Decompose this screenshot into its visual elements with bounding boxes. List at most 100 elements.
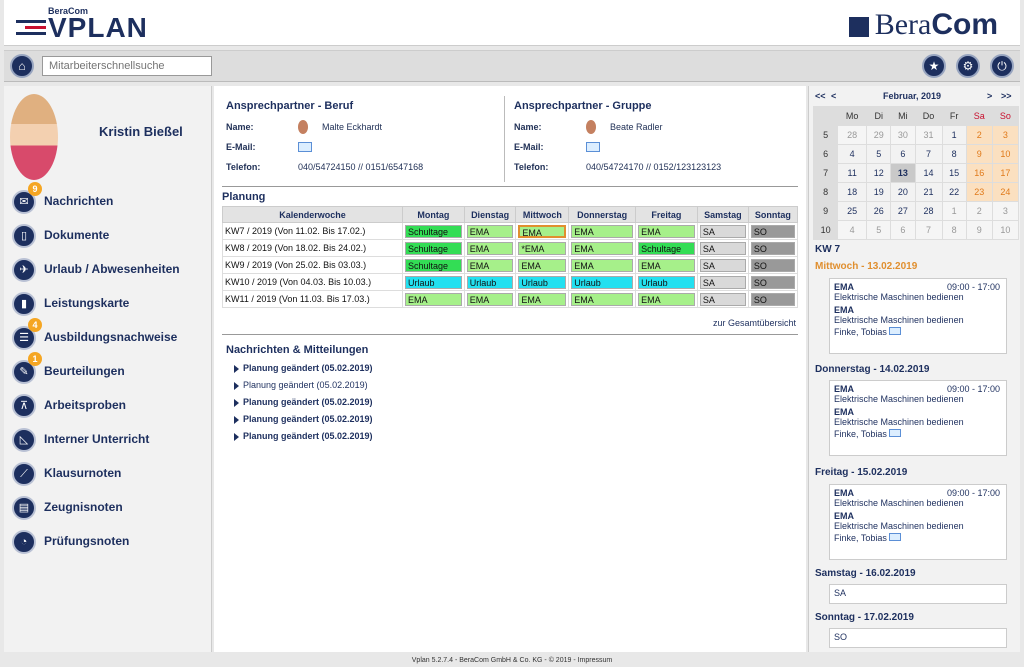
overview-link[interactable]: zur Gesamtübersicht xyxy=(713,318,796,328)
calendar-day[interactable]: 1 xyxy=(941,125,967,145)
calendar-day[interactable]: 14 xyxy=(914,163,943,183)
employee-search-input[interactable] xyxy=(42,56,212,76)
email-icon[interactable] xyxy=(889,327,902,335)
nav-item-leistungskarte[interactable]: ▮ Leistungskarte xyxy=(12,292,212,318)
calendar-day[interactable]: 4 xyxy=(837,144,868,164)
calendar-day[interactable]: 3 xyxy=(991,125,1020,145)
calendar-day[interactable]: 28 xyxy=(914,201,943,221)
nav-item-pruefungsnoten[interactable]: ◔ Prüfungsnoten xyxy=(12,530,212,556)
plan-entry[interactable]: EMA xyxy=(638,258,695,272)
calendar-day[interactable]: 19 xyxy=(866,182,892,202)
calendar-day[interactable]: 11 xyxy=(837,163,868,183)
plan-entry[interactable]: EMA xyxy=(405,292,462,306)
plan-entry[interactable]: EMA xyxy=(571,292,634,306)
plan-entry[interactable]: SO xyxy=(750,292,795,306)
plan-entry[interactable]: Schultage xyxy=(405,224,462,238)
calendar-day[interactable]: 15 xyxy=(941,163,967,183)
contact-name[interactable]: Beate Radler xyxy=(610,122,663,132)
calendar-day[interactable]: 4 xyxy=(837,220,868,240)
week-number[interactable]: 9 xyxy=(812,201,839,221)
plan-entry[interactable]: SA xyxy=(699,258,746,272)
week-number[interactable]: 5 xyxy=(812,125,839,145)
calendar-day[interactable]: 7 xyxy=(914,220,943,240)
calendar-day[interactable]: 18 xyxy=(837,182,868,202)
calendar-day[interactable]: 2 xyxy=(965,125,993,145)
plan-entry[interactable]: SO xyxy=(750,241,795,255)
calendar-day[interactable]: 10 xyxy=(991,144,1020,164)
calendar-day[interactable]: 20 xyxy=(890,182,916,202)
plan-entry[interactable]: EMA xyxy=(638,292,695,306)
nav-item-nachrichten[interactable]: ✉ 9 Nachrichten xyxy=(12,182,212,216)
plan-entry[interactable]: Schultage xyxy=(405,241,462,255)
calendar-day[interactable]: 29 xyxy=(866,125,892,145)
plan-entry[interactable]: SO xyxy=(750,258,795,272)
calendar-day[interactable]: 13 xyxy=(890,163,916,183)
prev-year-button[interactable]: << xyxy=(815,91,826,101)
email-icon[interactable] xyxy=(298,142,312,152)
plan-entry[interactable]: SO xyxy=(750,275,795,289)
nav-item-arbeitsproben[interactable]: ⊼ Arbeitsproben xyxy=(12,394,212,420)
plan-entry[interactable]: EMA xyxy=(571,241,634,255)
calendar-day[interactable]: 10 xyxy=(991,220,1020,240)
plan-entry[interactable]: Urlaub xyxy=(466,275,514,289)
nav-item-klausurnoten[interactable]: ⟋ Klausurnoten xyxy=(12,462,212,488)
week-number[interactable]: 8 xyxy=(812,182,839,202)
next-year-button[interactable]: >> xyxy=(1001,91,1012,101)
calendar-day[interactable]: 3 xyxy=(991,201,1020,221)
nav-item-urlaub[interactable]: ✈ Urlaub / Abwesenheiten xyxy=(12,258,212,284)
calendar-day[interactable]: 9 xyxy=(965,144,993,164)
calendar-day[interactable]: 12 xyxy=(866,163,892,183)
plan-entry[interactable]: Urlaub xyxy=(518,275,567,289)
nav-item-dokumente[interactable]: ▯ Dokumente xyxy=(12,224,212,250)
nav-item-beurteilungen[interactable]: ✎ 1 Beurteilungen xyxy=(12,352,212,386)
message-item[interactable]: Planung geändert (05.02.2019) xyxy=(234,431,373,441)
week-number[interactable]: 6 xyxy=(812,144,839,164)
calendar-day[interactable]: 8 xyxy=(941,220,967,240)
calendar-day[interactable]: 6 xyxy=(890,220,916,240)
contact-name[interactable]: Malte Eckhardt xyxy=(322,122,382,132)
calendar-day[interactable]: 21 xyxy=(914,182,943,202)
plan-entry[interactable]: Schultage xyxy=(405,258,462,272)
calendar-day[interactable]: 27 xyxy=(890,201,916,221)
day-entry[interactable]: EMA 09:00 - 17:00 Elektrische Maschinen b… xyxy=(829,484,1007,560)
message-item[interactable]: Planung geändert (05.02.2019) xyxy=(234,414,373,424)
message-item[interactable]: Planung geändert (05.02.2019) xyxy=(234,397,373,407)
plan-entry[interactable]: SA xyxy=(699,275,746,289)
email-icon[interactable] xyxy=(889,429,902,437)
plan-entry[interactable]: EMA xyxy=(638,224,695,238)
day-entry[interactable]: EMA 09:00 - 17:00 Elektrische Maschinen b… xyxy=(829,278,1007,354)
calendar-day[interactable]: 7 xyxy=(914,144,943,164)
calendar-day[interactable]: 2 xyxy=(965,201,993,221)
day-entry[interactable]: EMA 09:00 - 17:00 Elektrische Maschinen b… xyxy=(829,380,1007,456)
plan-entry[interactable]: EMA xyxy=(518,224,567,238)
calendar-day[interactable]: 24 xyxy=(991,182,1020,202)
plan-entry[interactable]: SA xyxy=(699,224,746,238)
calendar-day[interactable]: 30 xyxy=(890,125,916,145)
plan-entry[interactable]: Urlaub xyxy=(571,275,634,289)
plan-entry[interactable]: *EMA xyxy=(518,241,567,255)
nav-item-zeugnisnoten[interactable]: ▤ Zeugnisnoten xyxy=(12,496,212,522)
calendar-day[interactable]: 16 xyxy=(965,163,993,183)
settings-gear-icon[interactable]: ⚙ xyxy=(956,54,980,78)
week-number[interactable]: 7 xyxy=(812,163,839,183)
plan-entry[interactable]: EMA xyxy=(518,292,567,306)
plan-entry[interactable]: EMA xyxy=(571,224,634,238)
nav-item-interner-unterricht[interactable]: ◺ Interner Unterricht xyxy=(12,428,212,454)
plan-entry[interactable]: EMA xyxy=(518,258,567,272)
calendar-day[interactable]: 26 xyxy=(866,201,892,221)
message-item[interactable]: Planung geändert (05.02.2019) xyxy=(234,363,373,373)
week-number[interactable]: 10 xyxy=(812,220,839,240)
home-icon[interactable]: ⌂ xyxy=(10,54,34,78)
calendar-day[interactable]: 5 xyxy=(866,220,892,240)
logout-power-icon[interactable]: ⏻ xyxy=(990,54,1014,78)
plan-entry[interactable]: EMA xyxy=(466,224,514,238)
day-entry[interactable]: SA xyxy=(829,584,1007,604)
calendar-day[interactable]: 5 xyxy=(866,144,892,164)
calendar-day[interactable]: 6 xyxy=(890,144,916,164)
calendar-day[interactable]: 22 xyxy=(941,182,967,202)
nav-item-ausbildungsnachweise[interactable]: ☰ 4 Ausbildungsnachweise xyxy=(12,318,212,352)
email-icon[interactable] xyxy=(586,142,600,152)
calendar-day[interactable]: 31 xyxy=(914,125,943,145)
plan-entry[interactable]: EMA xyxy=(466,258,514,272)
prev-month-button[interactable]: < xyxy=(831,91,836,101)
